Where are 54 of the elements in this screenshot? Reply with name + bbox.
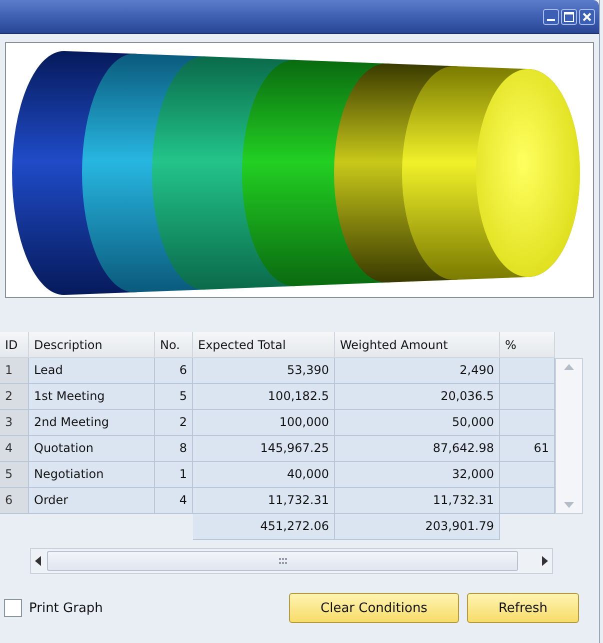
row-number: 1 (0, 358, 29, 384)
table-cell: 145,967.25 (193, 436, 335, 462)
column-header[interactable]: Description (29, 332, 155, 358)
table-cell: 5 (155, 384, 193, 410)
table-cell: Negotiation (29, 462, 155, 488)
table-cell: 1st Meeting (29, 384, 155, 410)
row-number: 5 (0, 462, 29, 488)
table-cell: 8 (155, 436, 193, 462)
column-header[interactable]: % (500, 332, 555, 358)
maximize-icon[interactable] (561, 8, 577, 24)
table-cell: 40,000 (193, 462, 335, 488)
scroll-up-icon[interactable] (564, 364, 574, 370)
total-cell: 451,272.06 (193, 514, 335, 540)
table-cell: 4 (155, 488, 193, 514)
minimize-icon[interactable] (543, 8, 559, 24)
horizontal-scrollbar[interactable] (30, 548, 553, 574)
table-cell: 6 (155, 358, 193, 384)
refresh-button[interactable]: Refresh (467, 593, 579, 623)
table-cell: 100,000 (193, 410, 335, 436)
row-number: 4 (0, 436, 29, 462)
table-cell: 20,036.5 (335, 384, 500, 410)
print-graph-checkbox[interactable] (4, 599, 22, 617)
column-header[interactable]: Expected Total (193, 332, 335, 358)
row-number: 2 (0, 384, 29, 410)
table-cell: 11,732.31 (335, 488, 500, 514)
table-cell: Lead (29, 358, 155, 384)
table-cell: 2 (155, 410, 193, 436)
total-cell: 203,901.79 (335, 514, 500, 540)
table-cell: 87,642.98 (335, 436, 500, 462)
table-cell: 1 (155, 462, 193, 488)
table-cell: 53,390 (193, 358, 335, 384)
table-cell: Order (29, 488, 155, 514)
table-cell: 32,000 (335, 462, 500, 488)
row-number: 3 (0, 410, 29, 436)
scroll-right-icon[interactable] (542, 556, 548, 566)
table-cell: 2,490 (335, 358, 500, 384)
table-cell: Quotation (29, 436, 155, 462)
table-cell: 100,182.5 (193, 384, 335, 410)
table-cell: 2nd Meeting (29, 410, 155, 436)
table-cell: 50,000 (335, 410, 500, 436)
table-cell: 61 (500, 436, 555, 462)
column-header[interactable]: No. (155, 332, 193, 358)
scroll-down-icon[interactable] (564, 502, 574, 508)
close-icon[interactable] (579, 8, 595, 24)
checkbox-label: Print Graph (29, 600, 103, 616)
scroll-left-icon[interactable] (35, 556, 41, 566)
scroll-thumb[interactable] (47, 551, 518, 571)
grip-icon (278, 558, 286, 564)
vertical-scrollbar[interactable] (555, 358, 583, 514)
table-cell: 11,732.31 (193, 488, 335, 514)
row-number: 6 (0, 488, 29, 514)
column-header[interactable]: ID (0, 332, 29, 358)
clear-conditions-button[interactable]: Clear Conditions (289, 593, 459, 623)
column-header[interactable]: Weighted Amount (335, 332, 500, 358)
